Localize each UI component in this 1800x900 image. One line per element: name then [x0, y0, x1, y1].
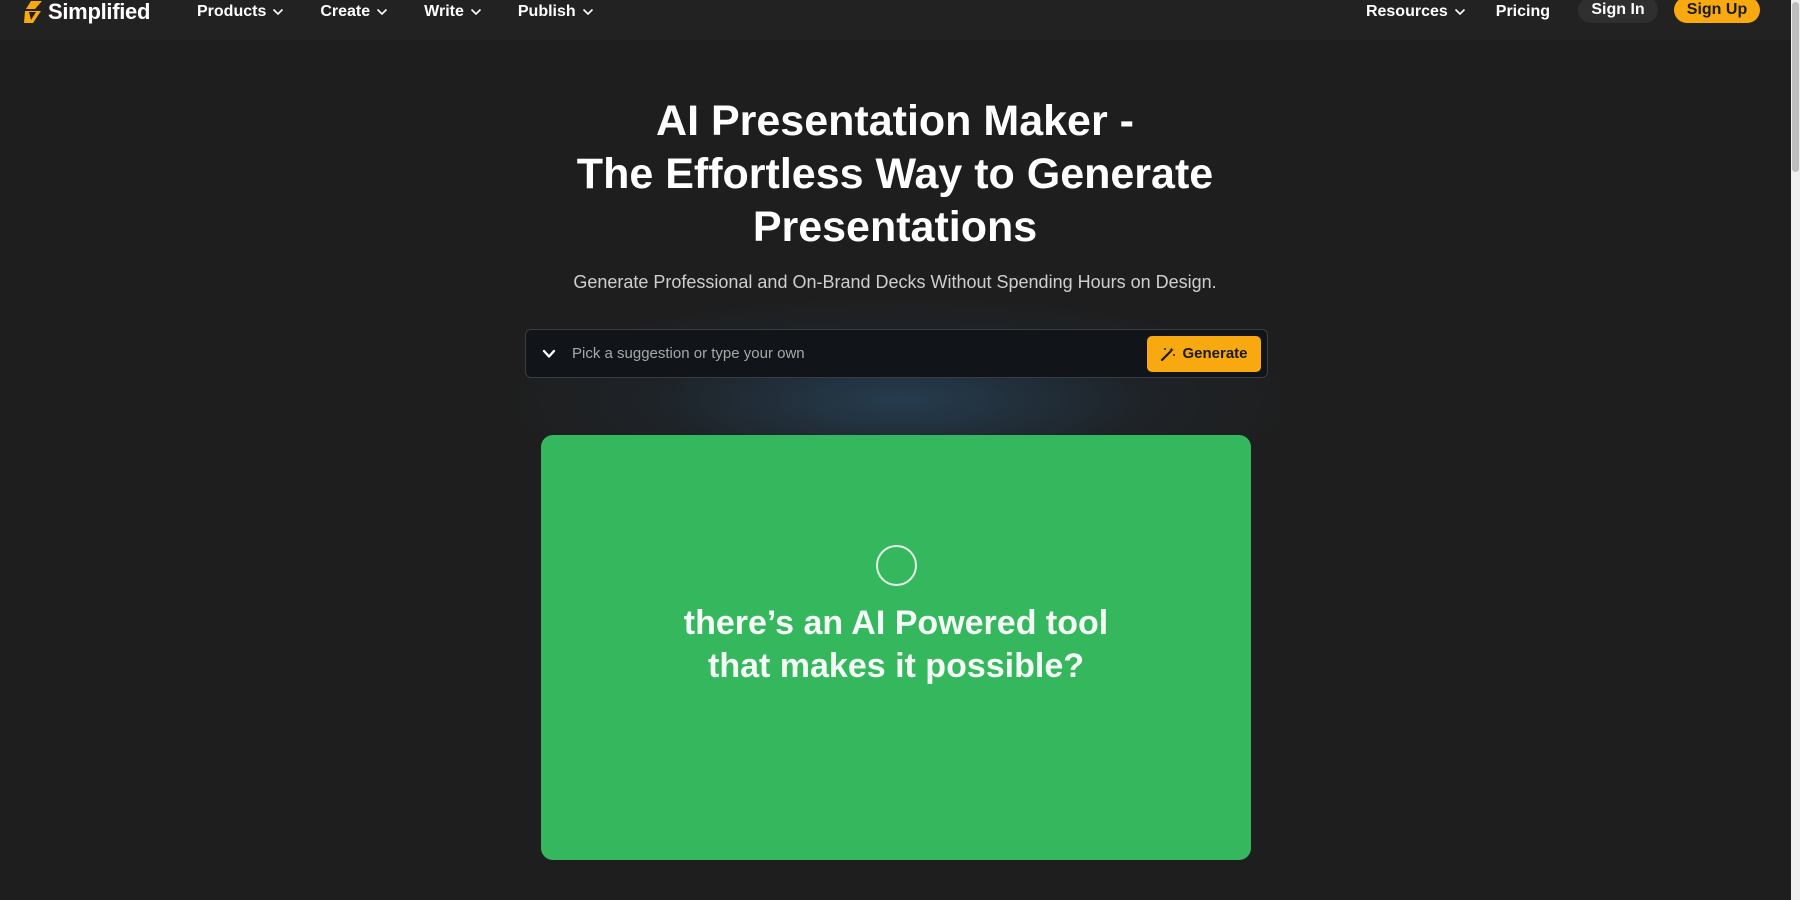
- chevron-down-icon[interactable]: [542, 349, 556, 359]
- secondary-nav: Resources Pricing Sign In Sign Up: [1366, 0, 1760, 24]
- title-line-2: The Effortless Way to Generate: [576, 150, 1214, 198]
- chevron-down-icon: [377, 8, 388, 16]
- nav-resources-label: Resources: [1365, 3, 1448, 20]
- generate-button[interactable]: Generate: [1147, 335, 1261, 372]
- simplified-logo-icon: [24, 1, 42, 23]
- nav-pricing-label: Pricing: [1495, 3, 1550, 20]
- prompt-bar: Generate: [525, 329, 1268, 378]
- sign-in-button[interactable]: Sign In: [1578, 0, 1658, 23]
- top-navbar: Simplified Products Create Write Publish…: [0, 0, 1791, 40]
- circle-icon: [876, 545, 917, 586]
- chevron-down-icon: [1454, 8, 1465, 16]
- nav-create-label: Create: [320, 3, 371, 20]
- nav-publish[interactable]: Publish: [518, 3, 594, 21]
- nav-pricing[interactable]: Pricing: [1496, 3, 1550, 21]
- brand-logo[interactable]: Simplified: [22, 0, 150, 24]
- video-caption: there’s an AI Powered tool that makes it…: [541, 602, 1251, 688]
- primary-nav: Products Create Write Publish: [197, 0, 630, 24]
- nav-products-label: Products: [197, 3, 267, 20]
- nav-publish-label: Publish: [517, 3, 576, 20]
- brand-name: Simplified: [48, 0, 151, 24]
- magic-wand-icon: [1161, 347, 1176, 361]
- nav-create[interactable]: Create: [320, 3, 388, 21]
- title-line-1: AI Presentation Maker -: [656, 97, 1134, 145]
- nav-write-label: Write: [424, 3, 464, 20]
- page-title: AI Presentation Maker - The Effortless W…: [400, 95, 1390, 254]
- title-line-3: Presentations: [752, 203, 1038, 251]
- page-scrollbar[interactable]: [1791, 0, 1800, 900]
- chevron-down-icon: [470, 8, 481, 16]
- nav-write[interactable]: Write: [424, 3, 482, 21]
- sign-up-button[interactable]: Sign Up: [1674, 0, 1760, 23]
- chevron-down-icon: [273, 8, 284, 16]
- preview-video[interactable]: there’s an AI Powered tool that makes it…: [541, 435, 1251, 860]
- nav-resources[interactable]: Resources: [1366, 3, 1466, 21]
- scrollbar-thumb[interactable]: [1792, 2, 1799, 172]
- nav-products[interactable]: Products: [197, 3, 284, 21]
- video-caption-line-1: there’s an AI Powered tool: [683, 604, 1109, 642]
- generate-button-label: Generate: [1182, 345, 1248, 362]
- chevron-down-icon: [582, 8, 593, 16]
- prompt-input[interactable]: [570, 338, 1147, 369]
- video-caption-line-2: that makes it possible?: [708, 647, 1084, 685]
- page-subtitle: Generate Professional and On-Brand Decks…: [573, 272, 1217, 292]
